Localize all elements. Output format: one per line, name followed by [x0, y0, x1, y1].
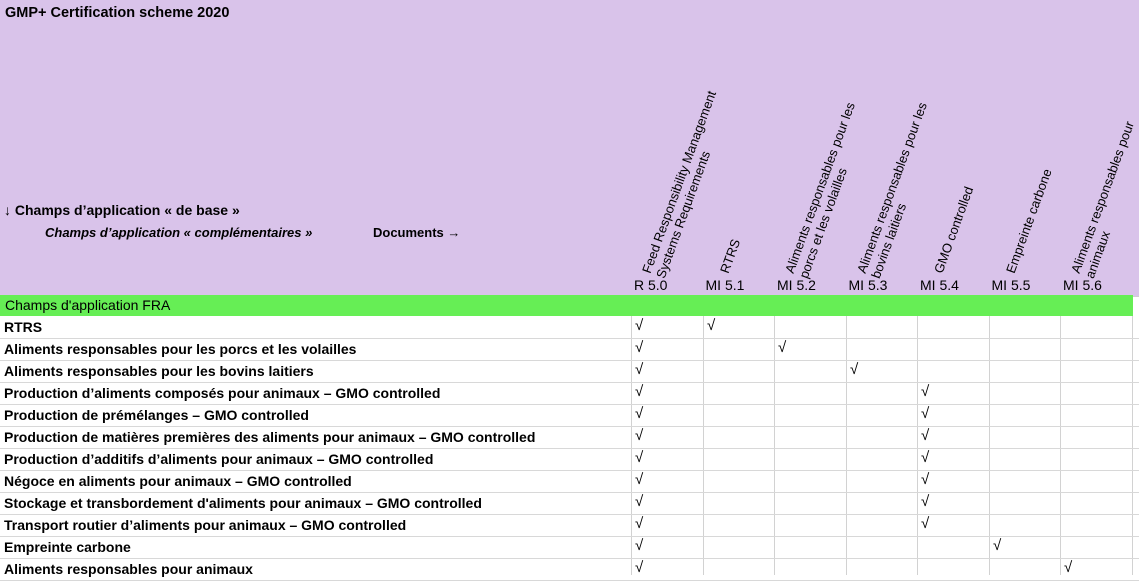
table-row: Stockage et transbordement d'aliments po… — [0, 492, 1139, 515]
table-row: Production de matières premières des ali… — [0, 426, 1139, 449]
table-row: Empreinte carbone √ √ — [0, 536, 1139, 559]
check-mark: √ — [635, 383, 644, 400]
section-row: Champs d'application FRA — [0, 295, 1133, 316]
check-mark: √ — [921, 493, 930, 510]
check-mark: √ — [921, 383, 930, 400]
check-mark: √ — [635, 559, 644, 576]
column-code-6: MI 5.5 — [991, 277, 1031, 293]
row-label: Aliments responsables pour les porcs et … — [4, 341, 357, 357]
column-code-5: MI 5.4 — [920, 277, 959, 293]
check-mark: √ — [921, 471, 930, 488]
check-mark: √ — [993, 537, 1002, 554]
row-label: Stockage et transbordement d'aliments po… — [4, 495, 482, 511]
table-row: Production d’additifs d’aliments pour an… — [0, 448, 1139, 471]
check-mark: √ — [635, 339, 644, 356]
table-row: Aliments responsables pour animaux √ √ — [0, 558, 1139, 581]
check-mark: √ — [635, 471, 644, 488]
table-row: Aliments responsables pour les porcs et … — [0, 338, 1139, 361]
table-row: Aliments responsables pour les bovins la… — [0, 360, 1139, 383]
check-mark: √ — [707, 317, 716, 334]
row-label: Empreinte carbone — [4, 539, 131, 555]
basic-scope-label: ↓ Champs d’application « de base » — [4, 202, 240, 218]
column-code-3: MI 5.2 — [777, 277, 816, 293]
row-label: RTRS — [4, 319, 43, 335]
check-mark: √ — [921, 427, 930, 444]
check-mark: √ — [635, 515, 644, 532]
row-label: Production d’additifs d’aliments pour an… — [4, 451, 434, 467]
check-mark: √ — [635, 361, 644, 378]
section-label: Champs d'application FRA — [5, 297, 171, 313]
column-title-line: animaux — [1082, 228, 1113, 281]
table-row: Négoce en aliments pour animaux – GMO co… — [0, 470, 1139, 493]
table-row: Production d’aliments composés pour anim… — [0, 382, 1139, 405]
table-row: Transport routier d’aliments pour animau… — [0, 514, 1139, 537]
check-mark: √ — [635, 427, 644, 444]
check-mark: √ — [635, 405, 644, 422]
check-mark: √ — [850, 361, 859, 378]
check-mark: √ — [635, 449, 644, 466]
row-label: Production d’aliments composés pour anim… — [4, 385, 441, 401]
check-mark: √ — [921, 515, 930, 532]
column-title-line: Empreinte carbone — [1002, 166, 1055, 276]
column-title-line: GMO controlled — [931, 184, 977, 276]
check-mark: √ — [1064, 559, 1073, 576]
column-title-5: GMO controlled — [931, 184, 976, 275]
table-row: RTRS √ √ — [0, 316, 1139, 339]
row-label: Production de matières premières des ali… — [4, 429, 536, 445]
row-label: Négoce en aliments pour animaux – GMO co… — [4, 473, 352, 489]
complementary-scope-label: Champs d’application « complémentaires » — [45, 225, 313, 240]
column-title-3: Aliments responsables pour les porcs et l… — [782, 100, 872, 280]
row-label: Production de prémélanges – GMO controll… — [4, 407, 309, 423]
column-title-6: Empreinte carbone — [1003, 167, 1055, 275]
check-mark: √ — [635, 537, 644, 554]
check-mark: √ — [635, 317, 644, 334]
column-title-2: RTRS — [717, 237, 743, 275]
table-header: GMP+ Certification scheme 2020 ↓ Champs … — [0, 0, 1139, 297]
row-label: Transport routier d’aliments pour animau… — [4, 517, 407, 533]
check-mark: √ — [635, 493, 644, 510]
documents-label: Documents → — [373, 225, 461, 240]
column-title-7: Aliments responsables pour animaux — [1068, 119, 1139, 280]
column-title-4: Aliments responsables pour les bovins lai… — [854, 100, 944, 280]
column-title-line: RTRS — [716, 236, 743, 276]
column-code-4: MI 5.3 — [848, 277, 888, 293]
column-code-1: R 5.0 — [634, 277, 668, 293]
check-mark: √ — [921, 449, 930, 466]
table-row: Production de prémélanges – GMO controll… — [0, 404, 1139, 427]
page-title: GMP+ Certification scheme 2020 — [5, 5, 230, 21]
check-mark: √ — [778, 339, 787, 356]
column-code-2: MI 5.1 — [705, 277, 745, 293]
check-mark: √ — [921, 405, 930, 422]
column-title-1: Feed Responsibility Management Systems Re… — [639, 89, 733, 281]
column-code-7: MI 5.6 — [1063, 277, 1102, 293]
row-label: Aliments responsables pour les bovins la… — [4, 363, 314, 379]
